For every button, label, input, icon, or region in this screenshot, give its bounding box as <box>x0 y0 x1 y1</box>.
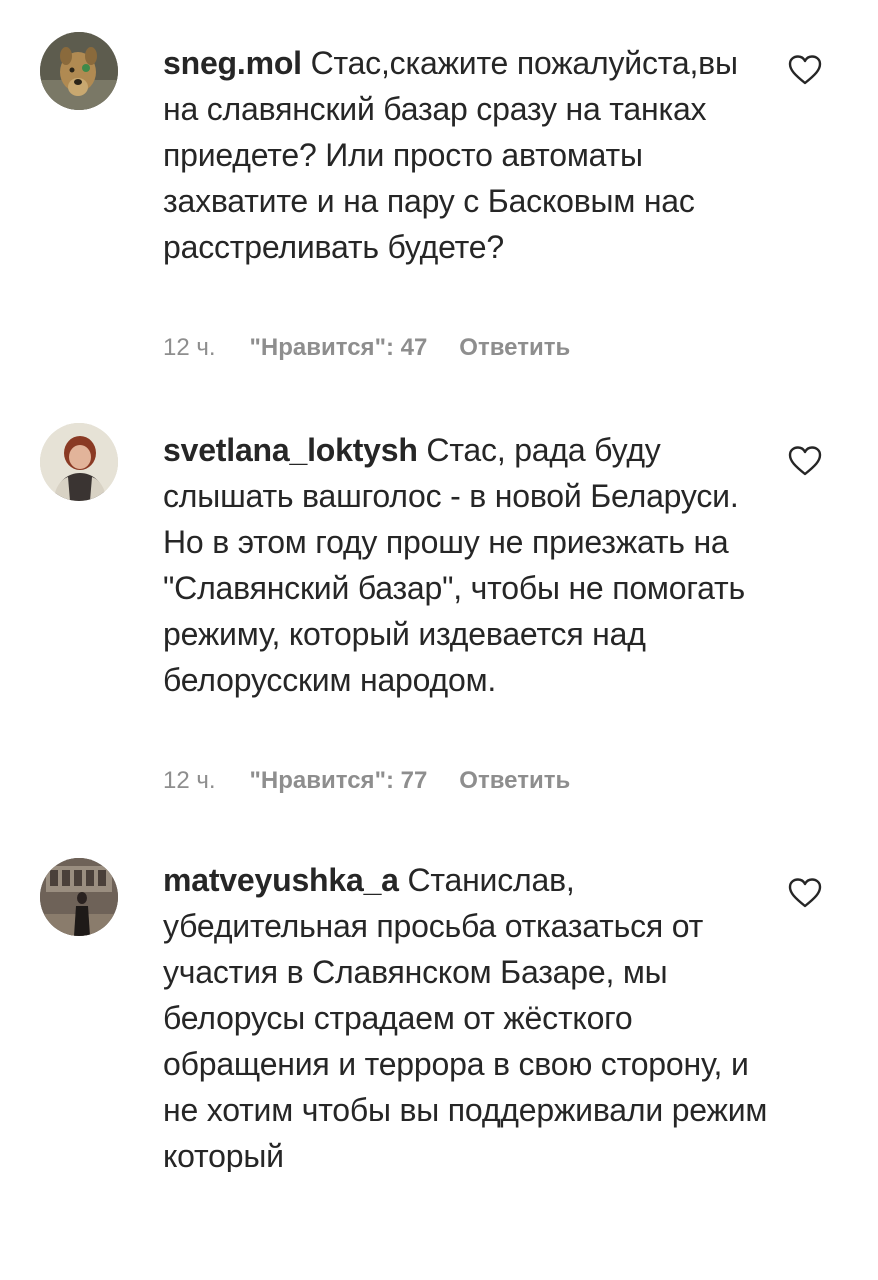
comment-username[interactable]: matveyushka_a <box>163 862 399 898</box>
comment-username[interactable]: sneg.mol <box>163 45 302 81</box>
comment-time: 12 ч. <box>163 767 216 794</box>
comment-username[interactable]: svetlana_loktysh <box>163 432 418 468</box>
comment-text-block: sneg.mol Стас,скажите пожалуйста,вы на с… <box>163 40 773 270</box>
comment-text: Стас, рада буду слышать вашголос - в нов… <box>163 432 745 698</box>
bottom-crop-area <box>0 1172 878 1280</box>
like-heart-icon[interactable] <box>787 445 823 477</box>
comment-time: 12 ч. <box>163 334 216 361</box>
avatar[interactable] <box>40 32 118 110</box>
dog-photo-avatar-icon <box>40 32 118 110</box>
reply-button[interactable]: Ответить <box>459 334 570 362</box>
woman-photo-avatar-icon <box>40 423 118 501</box>
avatar[interactable] <box>40 423 118 501</box>
comment-likes[interactable]: "Нравится": 47 <box>250 334 428 362</box>
comment-text: Станислав, убедительная просьба отказать… <box>163 862 768 1174</box>
reply-button[interactable]: Ответить <box>459 767 570 795</box>
comment-meta: 12 ч. "Нравится": 47 Ответить <box>163 334 570 362</box>
avatar[interactable] <box>40 858 118 936</box>
person-photo-avatar-icon <box>40 858 118 936</box>
like-heart-icon[interactable] <box>787 54 823 86</box>
comment-text-block: matveyushka_a Станислав, убедительная пр… <box>163 857 773 1179</box>
like-heart-icon[interactable] <box>787 877 823 909</box>
comment-text-block: svetlana_loktysh Стас, рада буду слышать… <box>163 427 773 703</box>
comment-likes[interactable]: "Нравится": 77 <box>250 767 428 795</box>
comment-meta: 12 ч. "Нравится": 77 Ответить <box>163 767 570 795</box>
